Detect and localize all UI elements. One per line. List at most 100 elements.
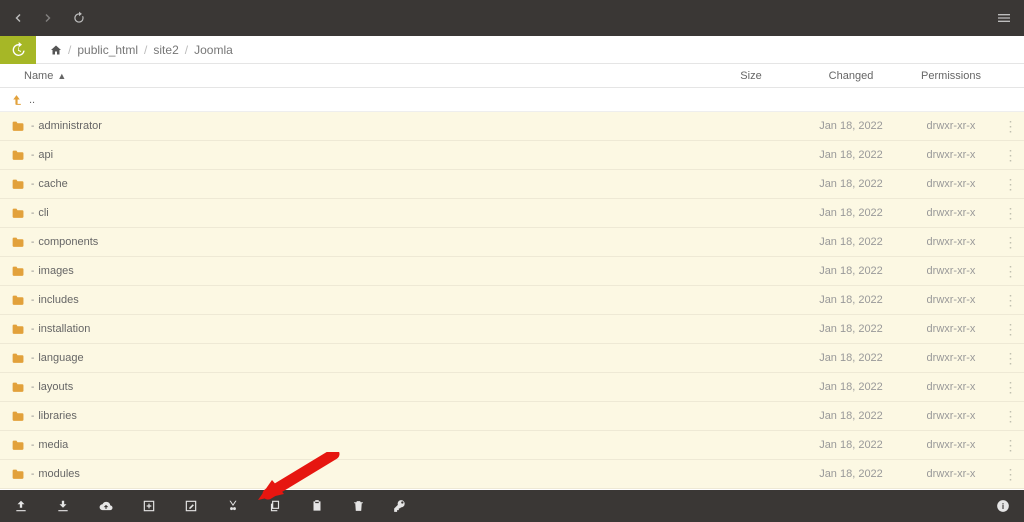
file-changed: Jan 18, 2022 [796, 178, 906, 190]
parent-directory-row[interactable]: .. [0, 88, 1024, 112]
file-name-label: installation [38, 323, 90, 335]
file-permissions: drwxr-xr-x [906, 410, 996, 422]
breadcrumb-item[interactable]: public_html [77, 43, 138, 57]
edit-icon[interactable] [184, 499, 198, 513]
file-changed: Jan 18, 2022 [796, 439, 906, 451]
copy-icon[interactable] [268, 499, 282, 513]
file-changed: Jan 18, 2022 [796, 352, 906, 364]
collapse-marker: - [31, 324, 34, 335]
file-list: ..-administratorJan 18, 2022drwxr-xr-x⋮-… [0, 88, 1024, 490]
collapse-marker: - [31, 266, 34, 277]
file-row[interactable]: -cliJan 18, 2022drwxr-xr-x⋮ [0, 199, 1024, 228]
folder-icon [10, 178, 25, 191]
top-nav-bar [0, 0, 1024, 36]
bottom-action-bar: i [0, 490, 1024, 522]
collapse-marker: - [31, 295, 34, 306]
collapse-marker: - [31, 469, 34, 480]
file-name-label: includes [38, 294, 78, 306]
file-permissions: drwxr-xr-x [906, 120, 996, 132]
file-row[interactable]: -librariesJan 18, 2022drwxr-xr-x⋮ [0, 402, 1024, 431]
parent-dir-label: .. [29, 94, 35, 106]
file-permissions: drwxr-xr-x [906, 439, 996, 451]
file-row[interactable]: -imagesJan 18, 2022drwxr-xr-x⋮ [0, 257, 1024, 286]
breadcrumb: / public_html / site2 / Joomla [36, 43, 233, 57]
file-changed: Jan 18, 2022 [796, 323, 906, 335]
row-menu-icon[interactable]: ⋮ [996, 379, 1024, 396]
collapse-marker: - [31, 121, 34, 132]
row-menu-icon[interactable]: ⋮ [996, 118, 1024, 135]
breadcrumb-item[interactable]: Joomla [194, 43, 233, 57]
file-changed: Jan 18, 2022 [796, 294, 906, 306]
file-permissions: drwxr-xr-x [906, 294, 996, 306]
file-row[interactable]: -modulesJan 18, 2022drwxr-xr-x⋮ [0, 460, 1024, 489]
file-row[interactable]: -apiJan 18, 2022drwxr-xr-x⋮ [0, 141, 1024, 170]
row-menu-icon[interactable]: ⋮ [996, 350, 1024, 367]
row-menu-icon[interactable]: ⋮ [996, 466, 1024, 483]
row-menu-icon[interactable]: ⋮ [996, 263, 1024, 280]
row-menu-icon[interactable]: ⋮ [996, 408, 1024, 425]
new-icon[interactable] [142, 499, 156, 513]
sort-asc-icon: ▲ [57, 71, 66, 81]
home-icon[interactable] [50, 44, 62, 56]
file-name-label: cache [38, 178, 67, 190]
upload-icon[interactable] [14, 499, 28, 513]
download-icon[interactable] [56, 499, 70, 513]
collapse-marker: - [31, 179, 34, 190]
menu-icon[interactable] [996, 10, 1012, 26]
column-header-size[interactable]: Size [706, 70, 796, 82]
file-changed: Jan 18, 2022 [796, 236, 906, 248]
file-permissions: drwxr-xr-x [906, 178, 996, 190]
cloud-upload-icon[interactable] [98, 499, 114, 513]
permissions-icon[interactable] [393, 499, 407, 513]
folder-icon [10, 120, 25, 133]
history-button[interactable] [0, 36, 36, 64]
paste-icon[interactable] [310, 499, 324, 513]
back-icon[interactable] [12, 12, 24, 24]
file-name-label: layouts [38, 381, 73, 393]
collapse-marker: - [31, 150, 34, 161]
collapse-marker: - [31, 440, 34, 451]
row-menu-icon[interactable]: ⋮ [996, 234, 1024, 251]
file-row[interactable]: -includes Jan 18, 2022drwxr-xr-x⋮ [0, 286, 1024, 315]
file-name-label: images [38, 265, 73, 277]
folder-icon [10, 468, 25, 481]
file-changed: Jan 18, 2022 [796, 149, 906, 161]
file-changed: Jan 18, 2022 [796, 265, 906, 277]
file-row[interactable]: -mediaJan 18, 2022drwxr-xr-x⋮ [0, 431, 1024, 460]
row-menu-icon[interactable]: ⋮ [996, 147, 1024, 164]
file-name-label: libraries [38, 410, 77, 422]
folder-icon [10, 149, 25, 162]
file-row[interactable]: -languageJan 18, 2022drwxr-xr-x⋮ [0, 344, 1024, 373]
column-header-changed[interactable]: Changed [796, 70, 906, 82]
collapse-marker: - [31, 208, 34, 219]
column-header-name[interactable]: Name ▲ [0, 70, 706, 82]
delete-icon[interactable] [352, 499, 365, 513]
row-menu-icon[interactable]: ⋮ [996, 437, 1024, 454]
folder-icon [10, 236, 25, 249]
forward-icon[interactable] [42, 12, 54, 24]
file-permissions: drwxr-xr-x [906, 381, 996, 393]
file-changed: Jan 18, 2022 [796, 381, 906, 393]
file-permissions: drwxr-xr-x [906, 468, 996, 480]
row-menu-icon[interactable]: ⋮ [996, 321, 1024, 338]
file-row[interactable]: -installationJan 18, 2022drwxr-xr-x⋮ [0, 315, 1024, 344]
file-row[interactable]: -layoutsJan 18, 2022drwxr-xr-x⋮ [0, 373, 1024, 402]
folder-icon [10, 410, 25, 423]
folder-icon [10, 207, 25, 220]
file-name-label: components [38, 236, 98, 248]
cut-icon[interactable] [226, 499, 240, 513]
column-header-permissions[interactable]: Permissions [906, 70, 996, 82]
row-menu-icon[interactable]: ⋮ [996, 205, 1024, 222]
row-menu-icon[interactable]: ⋮ [996, 292, 1024, 309]
info-icon[interactable]: i [996, 499, 1010, 513]
collapse-marker: - [31, 237, 34, 248]
file-row[interactable]: -administratorJan 18, 2022drwxr-xr-x⋮ [0, 112, 1024, 141]
file-name-label: api [38, 149, 53, 161]
row-menu-icon[interactable]: ⋮ [996, 176, 1024, 193]
breadcrumb-separator: / [144, 43, 147, 57]
file-row[interactable]: -cache Jan 18, 2022drwxr-xr-x⋮ [0, 170, 1024, 199]
breadcrumb-item[interactable]: site2 [153, 43, 178, 57]
refresh-icon[interactable] [72, 11, 86, 25]
file-permissions: drwxr-xr-x [906, 236, 996, 248]
file-row[interactable]: -components Jan 18, 2022drwxr-xr-x⋮ [0, 228, 1024, 257]
